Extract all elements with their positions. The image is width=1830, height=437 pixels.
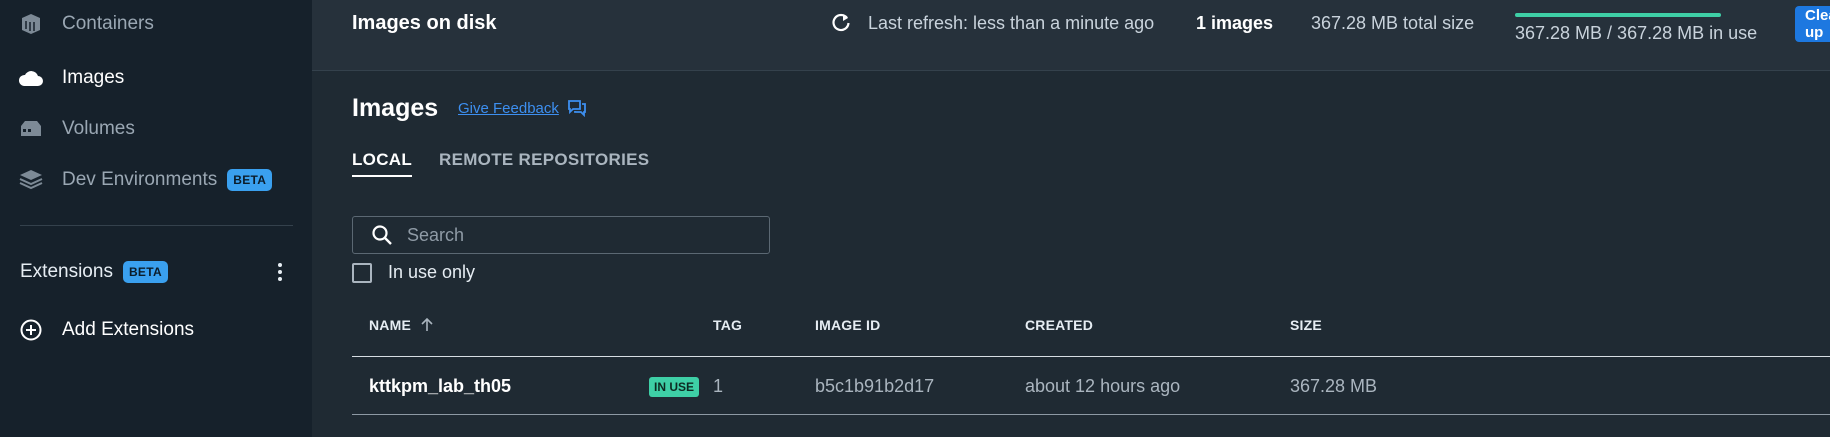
total-size: 367.28 MB total size [1311, 13, 1475, 33]
beta-badge: BETA [227, 169, 273, 191]
feedback-icon [567, 99, 587, 118]
search-box [352, 216, 770, 254]
usage-progress-bar [1515, 13, 1721, 17]
sidebar-item-containers[interactable]: Containers [18, 11, 154, 37]
usage-text: 367.28 MB / 367.28 MB in use [1515, 23, 1758, 43]
image-count: 1 images [1196, 13, 1274, 33]
in-use-only-checkbox[interactable] [352, 262, 372, 283]
sidebar-item-dev-environments[interactable]: Dev Environments BETA [18, 167, 273, 193]
more-options-icon[interactable] [270, 263, 290, 281]
refresh-status: Last refresh: less than a minute ago [830, 12, 1154, 34]
search-input[interactable] [405, 223, 749, 247]
volume-icon [18, 116, 44, 142]
table-row[interactable]: kttkpm_lab_th05 IN USE 1 b5c1b91b2d17 ab… [352, 357, 1830, 415]
column-header-name[interactable]: NAME [369, 317, 435, 333]
column-header-tag[interactable]: TAG [713, 317, 742, 333]
sidebar-item-label: Containers [62, 13, 154, 34]
clean-up-label: Clean up [1805, 7, 1830, 41]
tab-local[interactable]: LOCAL [352, 150, 413, 177]
image-tag: 1 [713, 376, 724, 396]
containers-icon [18, 11, 44, 37]
image-name: kttkpm_lab_th05 [369, 376, 512, 396]
cloud-icon [18, 65, 44, 91]
usage-progress-fill [1515, 13, 1721, 17]
table-header: NAME TAG IMAGE ID CREATED SIZE [352, 300, 1830, 357]
main-panel: Images on disk Last refresh: less than a… [312, 0, 1830, 437]
column-header-image-id[interactable]: IMAGE ID [815, 317, 880, 333]
column-header-size[interactable]: SIZE [1290, 317, 1322, 333]
sidebar-item-label: Volumes [62, 118, 135, 139]
sidebar-item-volumes[interactable]: Volumes [18, 116, 135, 142]
sidebar: Containers Images Volumes Dev Environmen… [0, 0, 312, 437]
sort-ascending-icon [419, 317, 435, 333]
in-use-badge: IN USE [649, 377, 700, 397]
give-feedback-link[interactable]: Give Feedback [458, 99, 587, 118]
extensions-label: Extensions [20, 261, 113, 282]
feedback-label: Give Feedback [458, 99, 559, 117]
extensions-header: Extensions BETA [20, 261, 290, 283]
in-use-only-label: In use only [388, 262, 476, 282]
search-icon [371, 224, 393, 246]
image-created: about 12 hours ago [1025, 376, 1181, 396]
plus-circle-icon [18, 317, 44, 343]
sidebar-divider [20, 225, 293, 226]
page-title: Images on disk [352, 12, 497, 34]
column-header-created[interactable]: CREATED [1025, 317, 1093, 333]
beta-badge: BETA [122, 261, 168, 283]
image-id: b5c1b91b2d17 [815, 376, 935, 396]
image-size: 367.28 MB [1290, 376, 1378, 396]
refresh-text: Last refresh: less than a minute ago [868, 12, 1155, 33]
sidebar-item-label: Images [62, 67, 125, 88]
in-use-only-filter: In use only [352, 262, 475, 283]
section-heading: Images [352, 94, 439, 122]
disk-usage-bar: Images on disk Last refresh: less than a… [312, 0, 1830, 71]
clean-up-button[interactable]: Clean up [1795, 6, 1830, 42]
refresh-icon[interactable] [830, 12, 852, 34]
tab-remote-repositories[interactable]: REMOTE REPOSITORIES [439, 150, 649, 175]
add-extensions-button[interactable]: Add Extensions [18, 317, 194, 343]
add-extensions-label: Add Extensions [62, 319, 195, 340]
sidebar-item-label: Dev Environments [62, 169, 218, 190]
dev-environments-icon [18, 167, 44, 193]
sidebar-item-images[interactable]: Images [18, 65, 124, 91]
